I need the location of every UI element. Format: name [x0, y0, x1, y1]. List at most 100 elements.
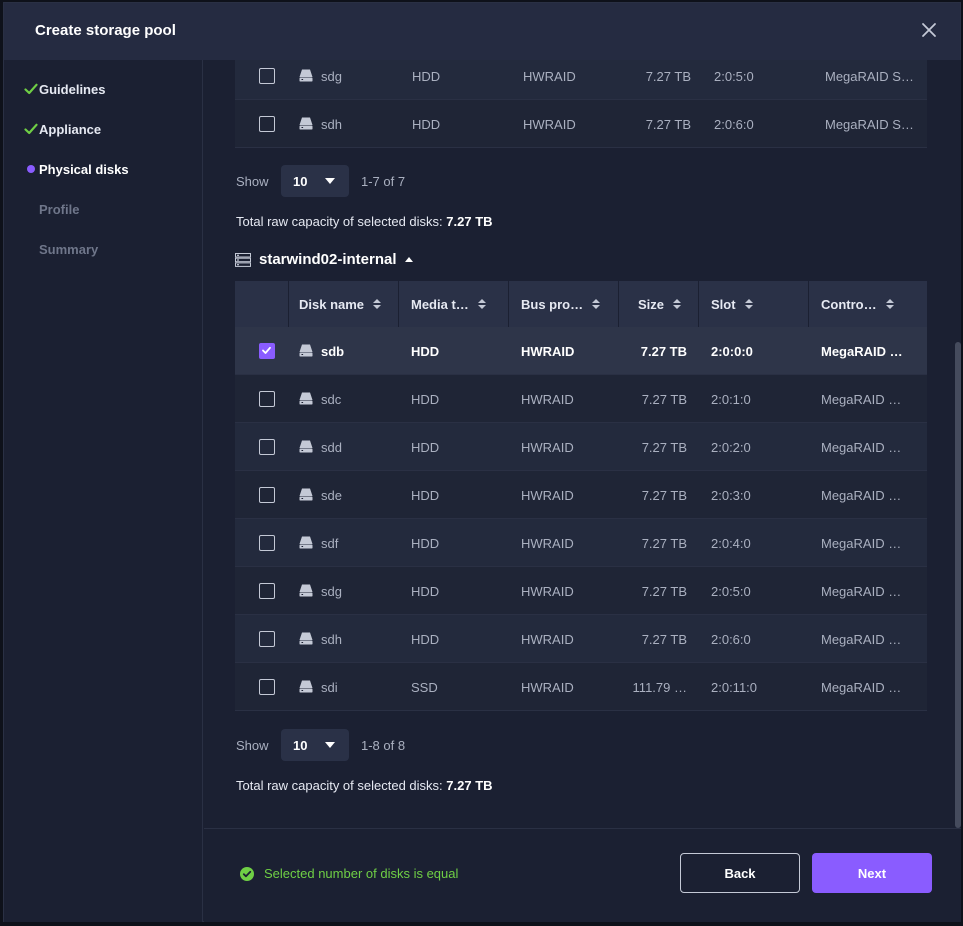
- controller-cell: MegaRAID …: [821, 343, 903, 359]
- table-row[interactable]: sdf HDD HWRAID 7.27 TB 2:0:4:0 MegaRAID …: [235, 519, 927, 567]
- chevron-up-icon: [404, 257, 413, 262]
- media-type-cell: HDD: [411, 391, 440, 407]
- controller-cell: MegaRAID …: [821, 391, 902, 407]
- media-type-cell: SSD: [411, 679, 438, 695]
- step-label: Appliance: [39, 121, 102, 137]
- step-label: Physical disks: [39, 161, 129, 177]
- page-size-value: 10: [293, 173, 308, 189]
- disk-icon: [299, 69, 313, 82]
- table-row[interactable]: sdb HDD HWRAID 7.27 TB 2:0:0:0 MegaRAID …: [235, 327, 927, 375]
- row-checkbox[interactable]: [259, 439, 275, 455]
- group-toggle[interactable]: starwind02-internal: [235, 251, 413, 268]
- bus-protocol-cell: HWRAID: [521, 487, 574, 503]
- disk-icon: [299, 680, 313, 693]
- dialog-title: Create storage pool: [35, 22, 176, 39]
- table-row[interactable]: sdg HDD HWRAID 7.27 TB 2:0:5:0 MegaRAID …: [235, 567, 927, 615]
- column-header-size[interactable]: Size: [619, 281, 699, 327]
- slot-cell: 2:0:6:0: [714, 116, 754, 132]
- media-type-cell: HDD: [412, 116, 441, 132]
- bus-protocol-cell: HWRAID: [521, 343, 575, 359]
- disk-icon: [299, 344, 313, 357]
- size-cell: 7.27 TB: [641, 535, 687, 551]
- controller-cell: MegaRAID S…: [825, 116, 914, 132]
- table-row[interactable]: sdc HDD HWRAID 7.27 TB 2:0:1:0 MegaRAID …: [235, 375, 927, 423]
- capacity-label: Total raw capacity of selected disks:: [236, 778, 443, 793]
- step-label: Profile: [39, 201, 80, 217]
- current-step-dot-icon: [23, 161, 39, 177]
- page-size-select[interactable]: 10: [281, 729, 349, 761]
- pagination-range: 1-7 of 7: [361, 174, 406, 189]
- table-row[interactable]: sdi SSD HWRAID 111.79 … 2:0:11:0 MegaRAID …: [235, 663, 927, 711]
- vertical-scrollbar[interactable]: [955, 342, 961, 828]
- disk-icon: [299, 117, 313, 130]
- show-label: Show: [236, 174, 269, 189]
- controller-cell: MegaRAID …: [821, 679, 902, 695]
- check-icon: [23, 81, 39, 97]
- table-row[interactable]: sde HDD HWRAID 7.27 TB 2:0:3:0 MegaRAID …: [235, 471, 927, 519]
- media-type-cell: HDD: [411, 535, 440, 551]
- row-checkbox[interactable]: [259, 631, 275, 647]
- column-header-disk-name[interactable]: Disk name: [289, 281, 399, 327]
- table-row[interactable]: sdg HDD HWRAID 7.27 TB 2:0:5:0 MegaRAID S…: [235, 60, 927, 100]
- chevron-down-icon: [325, 178, 335, 184]
- step-guidelines[interactable]: Guidelines: [23, 79, 105, 99]
- table-row[interactable]: sdh HDD HWRAID 7.27 TB 2:0:6:0 MegaRAID S…: [235, 100, 927, 148]
- slot-cell: 2:0:0:0: [711, 343, 753, 359]
- total-capacity: Total raw capacity of selected disks: 7.…: [236, 214, 493, 229]
- slot-cell: 2:0:11:0: [711, 679, 758, 695]
- controller-cell: MegaRAID …: [821, 535, 902, 551]
- step-physical-disks[interactable]: Physical disks: [23, 159, 129, 179]
- column-header-slot[interactable]: Slot: [699, 281, 809, 327]
- size-cell: 7.27 TB: [645, 116, 691, 132]
- bus-protocol-cell: HWRAID: [521, 535, 574, 551]
- show-label: Show: [236, 738, 269, 753]
- step-appliance[interactable]: Appliance: [23, 119, 101, 139]
- disk-name-cell: sdh: [321, 631, 342, 647]
- controller-cell: MegaRAID S…: [825, 68, 914, 84]
- column-header-bus-protocol[interactable]: Bus pro…: [509, 281, 619, 327]
- close-icon[interactable]: [918, 19, 940, 41]
- step-summary: Summary: [23, 239, 98, 259]
- bus-protocol-cell: HWRAID: [523, 68, 576, 84]
- media-type-cell: HDD: [411, 583, 440, 599]
- controller-cell: MegaRAID …: [821, 631, 902, 647]
- disk-name-cell: sdh: [321, 116, 342, 132]
- media-type-cell: HDD: [411, 631, 440, 647]
- sort-icon: [673, 299, 682, 309]
- validation-status: Selected number of disks is equal: [240, 866, 458, 881]
- bus-protocol-cell: HWRAID: [521, 679, 574, 695]
- table-row[interactable]: sdd HDD HWRAID 7.27 TB 2:0:2:0 MegaRAID …: [235, 423, 927, 471]
- slot-cell: 2:0:1:0: [711, 391, 751, 407]
- disk-icon: [299, 536, 313, 549]
- row-checkbox[interactable]: [259, 116, 275, 132]
- sort-icon: [477, 299, 486, 309]
- size-cell: 7.27 TB: [645, 68, 691, 84]
- slot-cell: 2:0:2:0: [711, 439, 751, 455]
- select-column-header: [235, 281, 289, 327]
- disk-table-group2: Disk name Media t… Bus pro… Size Slot Co…: [235, 281, 927, 713]
- disk-name-cell: sdg: [321, 583, 342, 599]
- slot-cell: 2:0:6:0: [711, 631, 751, 647]
- column-header-media-type[interactable]: Media t…: [399, 281, 509, 327]
- back-button[interactable]: Back: [680, 853, 800, 893]
- row-checkbox[interactable]: [259, 535, 275, 551]
- media-type-cell: HDD: [411, 343, 440, 359]
- size-cell: 7.27 TB: [641, 631, 687, 647]
- size-cell: 7.27 TB: [640, 343, 687, 359]
- page-size-select[interactable]: 10: [281, 165, 349, 197]
- column-header-controller[interactable]: Contro…: [809, 281, 927, 327]
- slot-cell: 2:0:5:0: [714, 68, 754, 84]
- row-checkbox[interactable]: [259, 487, 275, 503]
- bus-protocol-cell: HWRAID: [521, 391, 574, 407]
- next-button[interactable]: Next: [812, 853, 932, 893]
- row-checkbox[interactable]: [259, 583, 275, 599]
- bus-protocol-cell: HWRAID: [523, 116, 576, 132]
- disk-name-cell: sdf: [321, 535, 339, 551]
- disk-icon: [299, 440, 313, 453]
- row-checkbox[interactable]: [259, 343, 275, 359]
- row-checkbox[interactable]: [259, 391, 275, 407]
- row-checkbox[interactable]: [259, 679, 275, 695]
- row-checkbox[interactable]: [259, 68, 275, 84]
- table-row[interactable]: sdh HDD HWRAID 7.27 TB 2:0:6:0 MegaRAID …: [235, 615, 927, 663]
- media-type-cell: HDD: [411, 487, 440, 503]
